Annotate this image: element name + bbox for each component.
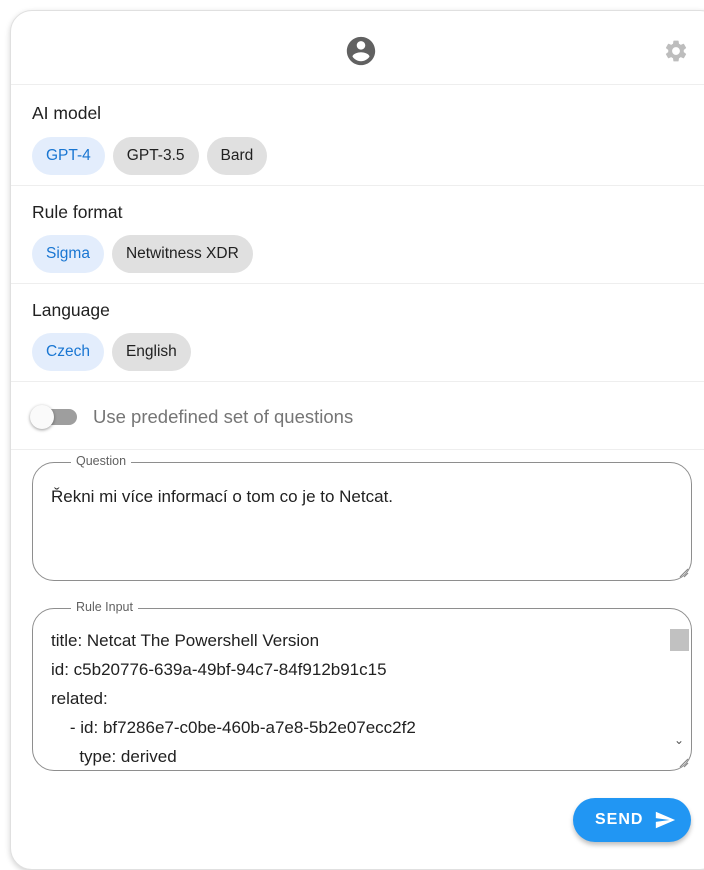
- rule-line: related:: [51, 689, 108, 708]
- scrollbar-thumb[interactable]: [670, 629, 689, 651]
- language-section: Language Czech English: [11, 284, 704, 382]
- resize-grip-icon[interactable]: [677, 756, 689, 768]
- card-header: [11, 11, 704, 85]
- predefined-questions-label: Use predefined set of questions: [93, 406, 354, 427]
- send-icon: [655, 811, 676, 829]
- gear-icon[interactable]: [663, 38, 689, 64]
- chip-czech[interactable]: Czech: [32, 333, 104, 371]
- question-text[interactable]: Řekni mi více informací o tom co je to N…: [51, 482, 393, 511]
- resize-grip-icon[interactable]: [677, 566, 689, 578]
- predefined-questions-row: Use predefined set of questions: [11, 382, 704, 450]
- chip-sigma[interactable]: Sigma: [32, 235, 104, 273]
- rule-format-label: Rule format: [32, 202, 123, 222]
- ai-model-label: AI model: [32, 103, 102, 123]
- rule-format-section: Rule format Sigma Netwitness XDR: [11, 186, 704, 284]
- ai-model-chips: GPT-4 GPT-3.5 Bard: [32, 137, 268, 175]
- chip-netwitness-xdr[interactable]: Netwitness XDR: [111, 235, 253, 273]
- rule-line: - id: bf7286e7-c0be-460b-a7e8-5b2e07ecc2…: [51, 718, 416, 737]
- rule-input-field[interactable]: Rule Input title: Netcat The Powershell …: [32, 600, 692, 771]
- send-button[interactable]: SEND: [573, 798, 691, 842]
- rule-line: title: Netcat The Powershell Version: [51, 631, 320, 650]
- account-circle-icon[interactable]: [344, 34, 378, 68]
- question-legend: Question: [71, 454, 132, 468]
- chevron-down-icon[interactable]: ⌄: [674, 733, 684, 747]
- chip-english[interactable]: English: [111, 333, 191, 371]
- question-field[interactable]: Question Řekni mi více informací o tom c…: [32, 454, 692, 581]
- language-chips: Czech English: [32, 333, 191, 371]
- chip-gpt-4[interactable]: GPT-4: [32, 137, 105, 175]
- rule-line: type: derived: [51, 747, 177, 766]
- toggle-thumb[interactable]: [30, 405, 54, 429]
- send-label: SEND: [595, 811, 644, 828]
- chip-gpt-3-5[interactable]: GPT-3.5: [112, 137, 199, 175]
- language-label: Language: [32, 300, 110, 320]
- chip-bard[interactable]: Bard: [206, 137, 268, 175]
- chat-settings-card: AI model GPT-4 GPT-3.5 Bard Rule format …: [10, 10, 704, 870]
- rule-input-scrollbar[interactable]: ⌄: [670, 629, 689, 749]
- rule-input-text[interactable]: title: Netcat The Powershell Version id:…: [51, 626, 669, 766]
- rule-format-chips: Sigma Netwitness XDR: [32, 235, 253, 273]
- ai-model-section: AI model GPT-4 GPT-3.5 Bard: [11, 85, 704, 186]
- rule-line: id: c5b20776-639a-49bf-94c7-84f912b91c15: [51, 660, 387, 679]
- rule-input-legend: Rule Input: [71, 600, 138, 614]
